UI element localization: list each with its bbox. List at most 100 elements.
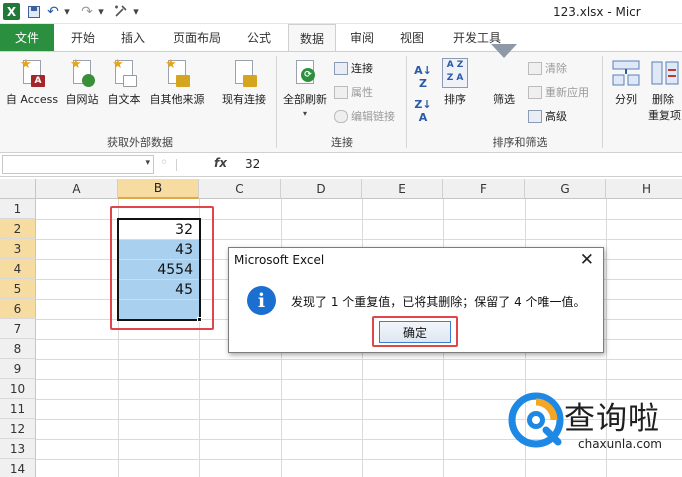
chaxunla-logo-icon — [508, 392, 564, 448]
from-web-button[interactable]: ★ 自网站 — [62, 58, 102, 107]
row-header-10[interactable]: 10 — [0, 379, 36, 399]
row-header-14[interactable]: 14 — [0, 459, 36, 477]
formula-input[interactable]: 32 — [245, 157, 260, 171]
sort-a-to-z-icon[interactable]: A↓ Z — [412, 64, 434, 90]
formula-bar: ▾ ◦ fx 32 — [0, 153, 682, 177]
name-box[interactable]: ▾ — [2, 155, 154, 174]
undo-icon[interactable]: ↶ — [46, 3, 60, 20]
column-header-h[interactable]: H — [606, 179, 682, 199]
from-text-label: 自文本 — [107, 93, 141, 106]
row-header-6[interactable]: 6 — [0, 299, 36, 319]
qat-customize-icon[interactable]: ▾ — [131, 3, 141, 20]
ok-highlight-box — [372, 316, 458, 347]
properties-icon — [334, 85, 348, 99]
column-header-a[interactable]: A — [36, 179, 118, 199]
ribbon-tabs: 文件 开始 插入 页面布局 公式 数据 审阅 视图 开发工具 — [0, 24, 682, 52]
close-icon[interactable]: ✕ — [580, 250, 594, 270]
edit-links-button[interactable]: 编辑链接 — [334, 108, 395, 124]
tab-view[interactable]: 视图 — [392, 24, 432, 51]
existing-connections-label: 现有连接 — [222, 93, 266, 106]
dialog-title: Microsoft Excel — [234, 253, 325, 267]
filter-button[interactable]: 筛选 — [486, 44, 522, 107]
row-header-9[interactable]: 9 — [0, 359, 36, 379]
row-header-4[interactable]: 4 — [0, 259, 36, 279]
sort-z-to-a-icon[interactable]: Z↓ A — [412, 98, 434, 124]
group-label-sort-filter: 排序和筛选 — [492, 136, 548, 149]
remove-duplicates-icon — [650, 58, 680, 88]
tab-home[interactable]: 开始 — [62, 24, 104, 51]
refresh-all-label: 全部刷新 — [283, 93, 327, 106]
text-to-columns-icon — [611, 58, 641, 88]
column-header-e[interactable]: E — [362, 179, 443, 199]
reapply-label: 重新应用 — [545, 86, 589, 99]
clear-filter-icon — [528, 61, 542, 75]
advanced-filter-button[interactable]: 高级 — [528, 108, 567, 124]
sort-button[interactable]: A ZZ A 排序 — [440, 58, 470, 107]
existing-connections-button[interactable]: 现有连接 — [218, 58, 270, 107]
column-header-b[interactable]: B — [118, 179, 199, 199]
edit-links-icon — [334, 109, 348, 123]
connections-button[interactable]: 连接 — [334, 60, 373, 76]
row-header-11[interactable]: 11 — [0, 399, 36, 419]
save-icon[interactable] — [26, 3, 42, 20]
title-bar: X ↶ ▾ ↷ ▾ ▾ 123.xlsx - Micr — [0, 0, 682, 24]
redo-icon[interactable]: ↷ — [80, 3, 94, 20]
row-header-12[interactable]: 12 — [0, 419, 36, 439]
access-icon: ★ A — [18, 58, 46, 88]
remove-duplicates-label: 删除 — [652, 93, 674, 106]
excel-logo-icon: X — [3, 3, 20, 20]
row-header-5[interactable]: 5 — [0, 279, 36, 299]
tab-formulas[interactable]: 公式 — [238, 24, 280, 51]
group-label-connections: 连接 — [331, 136, 353, 149]
from-text-button[interactable]: ★ 自文本 — [104, 58, 144, 107]
tab-page-layout[interactable]: 页面布局 — [164, 24, 230, 51]
row-header-13[interactable]: 13 — [0, 439, 36, 459]
tab-review[interactable]: 审阅 — [342, 24, 382, 51]
column-header-d[interactable]: D — [281, 179, 362, 199]
row-header-2[interactable]: 2 — [0, 219, 36, 239]
row-header-1[interactable]: 1 — [0, 199, 36, 219]
refresh-all-button[interactable]: ⟳ 全部刷新 ▾ — [280, 58, 330, 118]
clear-filter-button[interactable]: 清除 — [528, 60, 567, 76]
text-to-columns-button[interactable]: 分列 — [608, 58, 644, 107]
reapply-icon — [528, 85, 542, 99]
row-header-8[interactable]: 8 — [0, 339, 36, 359]
advanced-filter-label: 高级 — [545, 110, 567, 123]
from-other-sources-button[interactable]: ★ 自其他来源 — [146, 58, 208, 107]
message-dialog: Microsoft Excel ✕ i 发现了 1 个重复值，已将其删除；保留了… — [228, 247, 604, 353]
name-box-dropdown-icon[interactable]: ▾ — [145, 158, 150, 168]
properties-button[interactable]: 属性 — [334, 84, 373, 100]
row-header-7[interactable]: 7 — [0, 319, 36, 339]
tab-data[interactable]: 数据 — [288, 24, 336, 52]
dialog-message: 发现了 1 个重复值，已将其删除；保留了 4 个唯一值。 — [291, 295, 586, 309]
group-separator — [602, 56, 603, 148]
customize-tool-icon[interactable] — [112, 3, 130, 20]
existing-connections-icon — [230, 58, 258, 88]
undo-dropdown-icon[interactable]: ▾ — [62, 3, 72, 20]
advanced-filter-icon — [528, 109, 542, 123]
group-separator — [276, 56, 277, 148]
connections-icon — [334, 61, 348, 75]
from-access-button[interactable]: ★ A 自 Access — [4, 58, 60, 107]
sort-dialog-icon: A ZZ A — [442, 58, 468, 88]
properties-label: 属性 — [351, 86, 373, 99]
tab-file[interactable]: 文件 — [0, 24, 54, 51]
insert-function-icon[interactable]: fx — [214, 156, 227, 170]
group-label-get-external: 获取外部数据 — [107, 136, 173, 149]
column-header-c[interactable]: C — [199, 179, 281, 199]
row-header-3[interactable]: 3 — [0, 239, 36, 259]
excel-window: X ↶ ▾ ↷ ▾ ▾ 123.xlsx - Micr 文件 开始 插入 页面布… — [0, 0, 682, 477]
tab-insert[interactable]: 插入 — [112, 24, 154, 51]
from-other-sources-label: 自其他来源 — [149, 93, 205, 106]
remove-duplicates-button[interactable]: 删除 重复项 — [648, 58, 682, 123]
text-file-icon: ★ — [110, 58, 138, 88]
text-to-columns-label: 分列 — [615, 93, 637, 106]
formula-bar-resize-handle-icon[interactable]: ◦ — [160, 155, 168, 171]
reapply-button[interactable]: 重新应用 — [528, 84, 589, 100]
select-all-corner[interactable] — [0, 179, 36, 199]
watermark-url: chaxunla.com — [578, 437, 662, 451]
column-header-g[interactable]: G — [525, 179, 606, 199]
column-header-f[interactable]: F — [443, 179, 525, 199]
redo-dropdown-icon[interactable]: ▾ — [96, 3, 106, 20]
from-access-label: 自 Access — [5, 93, 59, 106]
